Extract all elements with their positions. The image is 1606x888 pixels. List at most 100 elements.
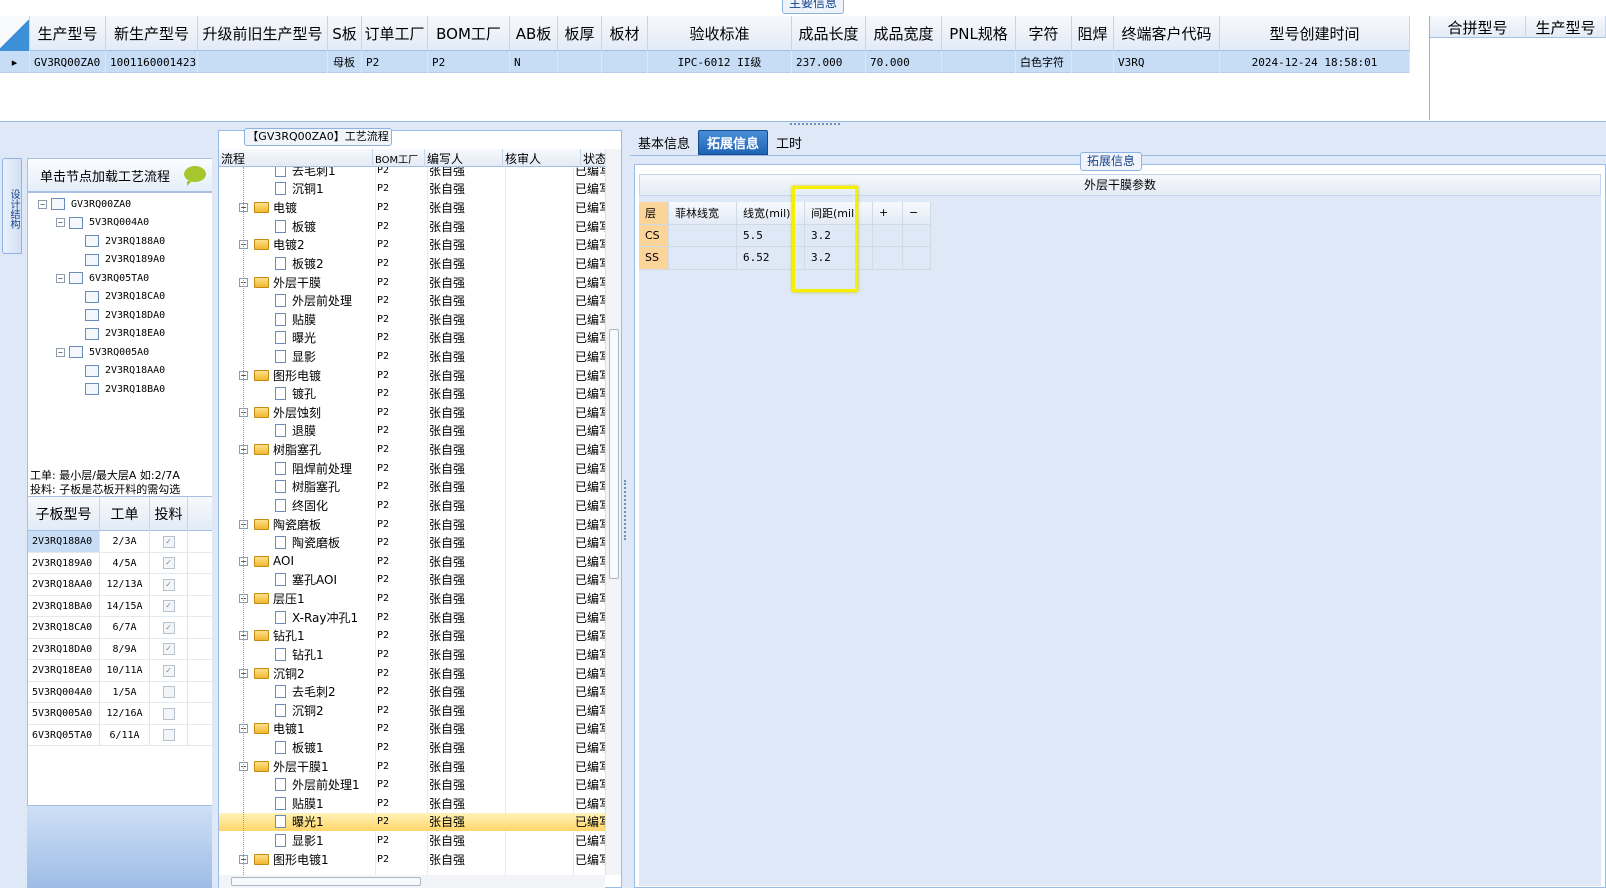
process-node[interactable]: 显影 <box>275 348 316 365</box>
process-row[interactable]: 贴膜1 P2 张自强 已编写 <box>219 794 611 813</box>
process-node[interactable]: − AOI <box>239 554 294 568</box>
process-node[interactable]: − 沉铜2 <box>239 665 305 682</box>
column-header[interactable]: PNL规格 <box>942 16 1016 51</box>
grid-cell[interactable]: GV3RQ00ZA0 <box>30 51 106 73</box>
feed-checkbox[interactable] <box>162 707 175 720</box>
process-row[interactable]: − 陶瓷磨板 P2 张自强 已编写 <box>219 515 611 534</box>
process-node[interactable]: 板镀2 <box>275 255 324 272</box>
table-row[interactable]: 2V3RQ18AA0 12/13A ✓ <box>28 574 214 596</box>
process-node[interactable]: 外层前处理 <box>275 292 352 309</box>
scroll-thumb[interactable] <box>231 877 421 886</box>
scroll-thumb[interactable] <box>609 329 619 579</box>
table-row[interactable]: 2V3RQ188A0 2/3A ✓ <box>28 531 214 553</box>
process-node[interactable]: 镀孔 <box>275 385 316 402</box>
process-row[interactable]: 外层前处理 P2 张自强 已编写 <box>219 291 611 310</box>
column-header[interactable]: 生产型号 <box>1526 16 1606 38</box>
sub-board-order[interactable]: 14/15A <box>100 595 150 617</box>
process-node[interactable]: − 电镀 <box>239 199 297 216</box>
column-header[interactable]: 阻焊 <box>1072 16 1114 51</box>
process-node[interactable]: − 树脂塞孔 <box>239 441 321 458</box>
sub-board-order[interactable]: 4/5A <box>100 552 150 574</box>
process-row[interactable]: 曝光1 P2 张自强 已编写 <box>219 812 611 832</box>
tree-node[interactable]: − 6V3RQ05TA0 <box>56 269 149 287</box>
main-info-tab[interactable]: 主要信息 <box>782 0 844 14</box>
process-row[interactable]: 曝光 P2 张自强 已编写 <box>219 329 611 348</box>
process-node[interactable]: 钻孔1 <box>275 646 324 663</box>
process-node[interactable]: 塞孔AOI <box>275 571 337 588</box>
sub-board-order[interactable]: 8/9A <box>100 638 150 660</box>
process-row[interactable]: 板镀1 P2 张自强 已编写 <box>219 738 611 757</box>
column-header[interactable]: BOM工厂 <box>373 149 425 167</box>
column-header[interactable]: 投料 <box>150 497 188 531</box>
collapse-icon[interactable]: − <box>56 347 65 357</box>
column-header[interactable]: 升级前旧生产型号 <box>198 16 328 51</box>
tab-work-hours[interactable]: 工时 <box>768 130 810 155</box>
process-row[interactable]: 去毛刺2 P2 张自强 已编写 <box>219 682 611 701</box>
feed-checkbox[interactable]: ✓ <box>162 578 175 591</box>
column-header[interactable]: 型号创建时间 <box>1220 16 1410 51</box>
feed-checkbox[interactable]: ✓ <box>162 664 175 677</box>
process-row[interactable]: − 钻孔1 P2 张自强 已编写 <box>219 627 611 646</box>
tree-node[interactable]: − 5V3RQ005A0 <box>56 343 149 361</box>
process-node[interactable]: 沉铜2 <box>275 702 324 719</box>
tree-node[interactable]: − GV3RQ00ZA0 <box>38 195 131 213</box>
column-header[interactable]: BOM工厂 <box>428 16 510 51</box>
film-cell[interactable] <box>669 224 737 247</box>
process-row[interactable]: 板镀 P2 张自强 已编写 <box>219 217 611 236</box>
product-grid-row[interactable]: ▸ GV3RQ00ZA0 10011600014231 母板 P2 P2 N IPC-6012… <box>0 51 1410 73</box>
tree-node[interactable]: 2V3RQ188A0 <box>72 232 165 250</box>
process-row[interactable]: − 电镀 P2 张自强 已编写 <box>219 198 611 217</box>
sub-board-feed[interactable]: ✓ <box>150 552 188 574</box>
sub-board-order[interactable]: 10/11A <box>100 660 150 681</box>
process-row[interactable]: 塞孔AOI P2 张自强 已编写 <box>219 571 611 590</box>
tree-node[interactable]: − 5V3RQ004A0 <box>56 214 149 232</box>
column-header[interactable]: 工单 <box>100 497 150 531</box>
process-flow-hscrollbar[interactable] <box>219 875 605 888</box>
feed-checkbox[interactable] <box>162 686 175 698</box>
process-row[interactable]: 陶瓷磨板 P2 张自强 已编写 <box>219 533 611 552</box>
table-row[interactable]: 5V3RQ005A0 12/16A <box>28 703 214 725</box>
process-node[interactable]: 退膜 <box>275 422 316 439</box>
process-row[interactable]: 镀孔 P2 张自强 已编写 <box>219 384 611 403</box>
feed-checkbox[interactable]: ✓ <box>162 535 175 548</box>
process-node[interactable]: − 电镀2 <box>239 236 305 253</box>
sub-board-feed[interactable] <box>150 703 188 724</box>
grid-cell[interactable]: 10011600014231 <box>106 51 198 73</box>
grid-cell[interactable] <box>1072 51 1114 73</box>
grid-cell[interactable]: IPC-6012 II级 <box>648 51 792 73</box>
horizontal-splitter[interactable] <box>0 122 1606 130</box>
process-row[interactable]: 树脂塞孔 P2 张自强 已编写 <box>219 478 611 497</box>
column-header[interactable]: S板 <box>328 16 362 51</box>
film-cell[interactable] <box>873 247 903 270</box>
process-row[interactable]: − 电镀1 P2 张自强 已编写 <box>219 720 611 739</box>
process-row[interactable]: 显影 P2 张自强 已编写 <box>219 347 611 366</box>
process-node[interactable]: − 层压1 <box>239 590 305 607</box>
process-node[interactable]: − 外层干膜 <box>239 274 321 291</box>
process-row[interactable]: − 沉铜2 P2 张自强 已编写 <box>219 664 611 683</box>
process-node[interactable]: 板镀 <box>275 218 316 235</box>
column-header[interactable]: 验收标准 <box>648 16 792 51</box>
column-header[interactable]: − <box>903 202 931 225</box>
column-header[interactable]: 合拼型号 <box>1430 16 1526 38</box>
sub-board-feed[interactable]: ✓ <box>150 617 188 638</box>
grid-cell[interactable] <box>558 51 602 73</box>
process-node[interactable]: 去毛刺1 <box>275 167 336 179</box>
column-header[interactable]: 子板型号 <box>28 497 100 531</box>
film-cell[interactable] <box>873 224 903 247</box>
process-node[interactable]: − 外层干膜1 <box>239 758 329 775</box>
grid-cell[interactable]: N <box>510 51 558 73</box>
sub-board-order[interactable]: 2/3A <box>100 531 150 552</box>
process-node[interactable]: 树脂塞孔 <box>275 478 340 495</box>
tree-node[interactable]: 2V3RQ189A0 <box>72 251 165 269</box>
process-row[interactable]: − AOI P2 张自强 已编写 <box>219 552 611 571</box>
process-node[interactable]: − 图形电镀 <box>239 367 321 384</box>
process-node[interactable]: 显影1 <box>275 832 324 849</box>
table-row[interactable]: CS 5.5 3.2 <box>639 224 931 247</box>
table-row[interactable]: 2V3RQ189A0 4/5A ✓ <box>28 552 214 574</box>
grid-cell[interactable]: 237.000 <box>792 51 866 73</box>
column-header[interactable]: 编写人 <box>425 149 503 167</box>
process-node[interactable]: 去毛刺2 <box>275 683 336 700</box>
tree-node[interactable]: 2V3RQ18CA0 <box>72 288 165 306</box>
process-row[interactable]: − 外层蚀刻 P2 张自强 已编写 <box>219 403 611 422</box>
process-row[interactable]: 显影1 P2 张自强 已编写 <box>219 831 611 850</box>
